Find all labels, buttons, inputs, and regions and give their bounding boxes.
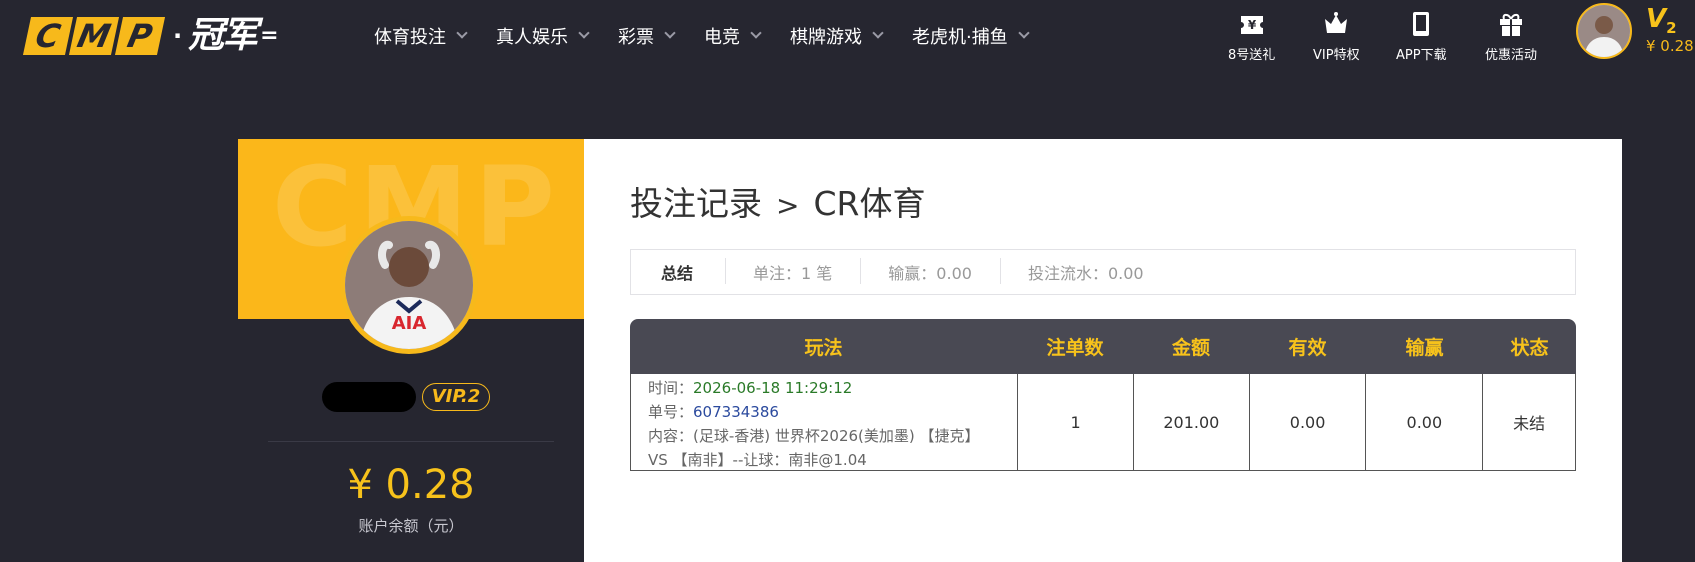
bet-valid-cell: 0.00 (1248, 374, 1366, 470)
nav-live-casino[interactable]: 真人娱乐 (496, 20, 590, 52)
profile-panel: CMP AIA VIP.2 ¥ 0.28 账户余额（元） (238, 139, 584, 562)
bet-detail-cell: 时间：2026-06-18 11:29:12 单号：607334386 内容：(… (631, 374, 1017, 470)
chevron-down-icon (578, 27, 590, 39)
nav-lottery[interactable]: 彩票 (618, 20, 676, 52)
bet-records-table: 玩法 注单数 金额 有效 输赢 状态 时间：2026-06-18 11:29:1… (630, 319, 1576, 471)
profile-divider (268, 441, 554, 442)
chevron-down-icon (1018, 27, 1030, 39)
header-bet-count: 注单数 (1046, 337, 1104, 359)
logo-letter-c: C (22, 17, 74, 55)
summary-turnover: 投注流水：0.00 (999, 258, 1172, 284)
cmp-logo[interactable]: C M P · 冠军 = (22, 15, 279, 56)
bet-amount-cell: 201.00 (1132, 374, 1249, 470)
header-balance: ¥ 0.28 (1646, 37, 1694, 55)
bet-time: 2026-06-18 11:29:12 (693, 379, 853, 397)
nav-card-games-label: 棋牌游戏 (790, 27, 862, 48)
chevron-down-icon (750, 27, 762, 39)
nav-sports-label: 体育投注 (374, 27, 446, 48)
nav-card-games[interactable]: 棋牌游戏 (790, 20, 884, 52)
nav-slots-fishing[interactable]: 老虎机·捕鱼 (912, 20, 1030, 52)
bet-win-loss-cell: 0.00 (1365, 374, 1482, 470)
summary-title: 总结 (661, 264, 694, 283)
bet-time-label: 时间： (648, 379, 694, 397)
header-amount: 金额 (1171, 337, 1210, 359)
summary-bet-count: 单注：1 笔 (725, 258, 860, 284)
profile-avatar: AIA (340, 216, 478, 354)
header-valid: 有效 (1288, 337, 1327, 359)
header-win-loss: 输赢 (1405, 337, 1444, 359)
quick-link-gift-8-label: 8号送礼 (1228, 48, 1276, 63)
player-photo (1578, 5, 1630, 57)
svg-text:¥: ¥ (1247, 18, 1256, 32)
summary-bar: 总结 单注：1 笔 输赢：0.00 投注流水：0.00 (630, 249, 1576, 295)
bet-count-cell: 1 (1017, 374, 1133, 470)
vip-badge: VIP.2 (422, 383, 490, 411)
table-row[interactable]: 时间：2026-06-18 11:29:12 单号：607334386 内容：(… (630, 374, 1576, 471)
chevron-down-icon (872, 27, 884, 39)
header-bet-type: 玩法 (804, 337, 843, 359)
nav-esports-label: 电竞 (704, 27, 740, 48)
breadcrumb: 投注记录 > CR体育 (630, 177, 925, 225)
breadcrumb-separator: > (776, 189, 800, 222)
logo-letters: C M P (22, 17, 166, 55)
quick-link-promotions-label: 优惠活动 (1485, 48, 1538, 63)
quick-link-app[interactable]: APP下载 (1396, 10, 1447, 63)
table-header: 玩法 注单数 金额 有效 输赢 状态 (630, 319, 1576, 374)
bet-order-label: 单号： (648, 403, 694, 421)
logo-chinese-text: 冠军 (188, 15, 258, 56)
bet-content-line-2: VS 【南非】--让球：南非@1.04 (648, 451, 867, 469)
vip-level-number: 2 (1666, 19, 1677, 38)
nav-sports[interactable]: 体育投注 (374, 20, 468, 52)
nav-live-casino-label: 真人娱乐 (496, 27, 568, 48)
quick-link-app-label: APP下载 (1396, 48, 1447, 63)
bet-status-cell: 未结 (1482, 374, 1575, 470)
bet-order-number: 607334386 (693, 403, 779, 421)
main-nav: 体育投注 真人娱乐 彩票 电竞 棋牌游戏 老虎机·捕鱼 (374, 20, 1058, 52)
nav-esports[interactable]: 电竞 (704, 20, 762, 52)
ticket-yen-icon: ¥ (1240, 16, 1263, 34)
crown-icon (1325, 12, 1348, 33)
quick-link-vip[interactable]: VIP特权 (1313, 10, 1360, 63)
header-status: 状态 (1510, 337, 1549, 359)
logo-tail: = (260, 23, 279, 48)
breadcrumb-current: CR体育 (813, 184, 926, 223)
bet-time-line: 时间：2026-06-18 11:29:12 (648, 376, 1017, 400)
nav-slots-fishing-label: 老虎机·捕鱼 (912, 27, 1008, 48)
quick-link-promotions[interactable]: 优惠活动 (1485, 10, 1537, 63)
quick-link-vip-label: VIP特权 (1313, 48, 1360, 63)
nav-lottery-label: 彩票 (618, 27, 654, 48)
redacted-username (322, 382, 416, 412)
profile-player-photo: AIA (345, 221, 473, 349)
chevron-down-icon (456, 27, 468, 39)
logo-letter-p: P (114, 17, 166, 55)
top-navigation-bar: C M P · 冠军 = 体育投注 真人娱乐 彩票 电竞 棋牌游戏 老虎机·捕鱼… (0, 0, 1695, 72)
quick-link-gift-8[interactable]: ¥ 8号送礼 (1228, 10, 1275, 63)
logo-letter-m: M (68, 17, 120, 55)
user-avatar[interactable] (1576, 3, 1632, 59)
svg-text:AIA: AIA (392, 313, 427, 334)
profile-balance-label: 账户余额（元） (358, 517, 464, 535)
breadcrumb-parent[interactable]: 投注记录 (630, 184, 762, 223)
tablet-icon (1413, 12, 1430, 36)
gift-icon (1500, 13, 1522, 36)
profile-balance: ¥ 0.28 (347, 462, 475, 508)
bet-order-line: 单号：607334386 (648, 400, 1017, 424)
bet-content-line-1: 内容：(足球-香港) 世界杯2026(美加墨) 【捷克】 (648, 427, 980, 445)
logo-dot: · (173, 22, 183, 50)
vip-letter: V (1646, 4, 1667, 34)
chevron-down-icon (664, 27, 676, 39)
bet-records-panel: 投注记录 > CR体育 总结 单注：1 笔 输赢：0.00 投注流水：0.00 玩法… (584, 139, 1622, 562)
summary-win-loss: 输赢：0.00 (860, 258, 1000, 284)
